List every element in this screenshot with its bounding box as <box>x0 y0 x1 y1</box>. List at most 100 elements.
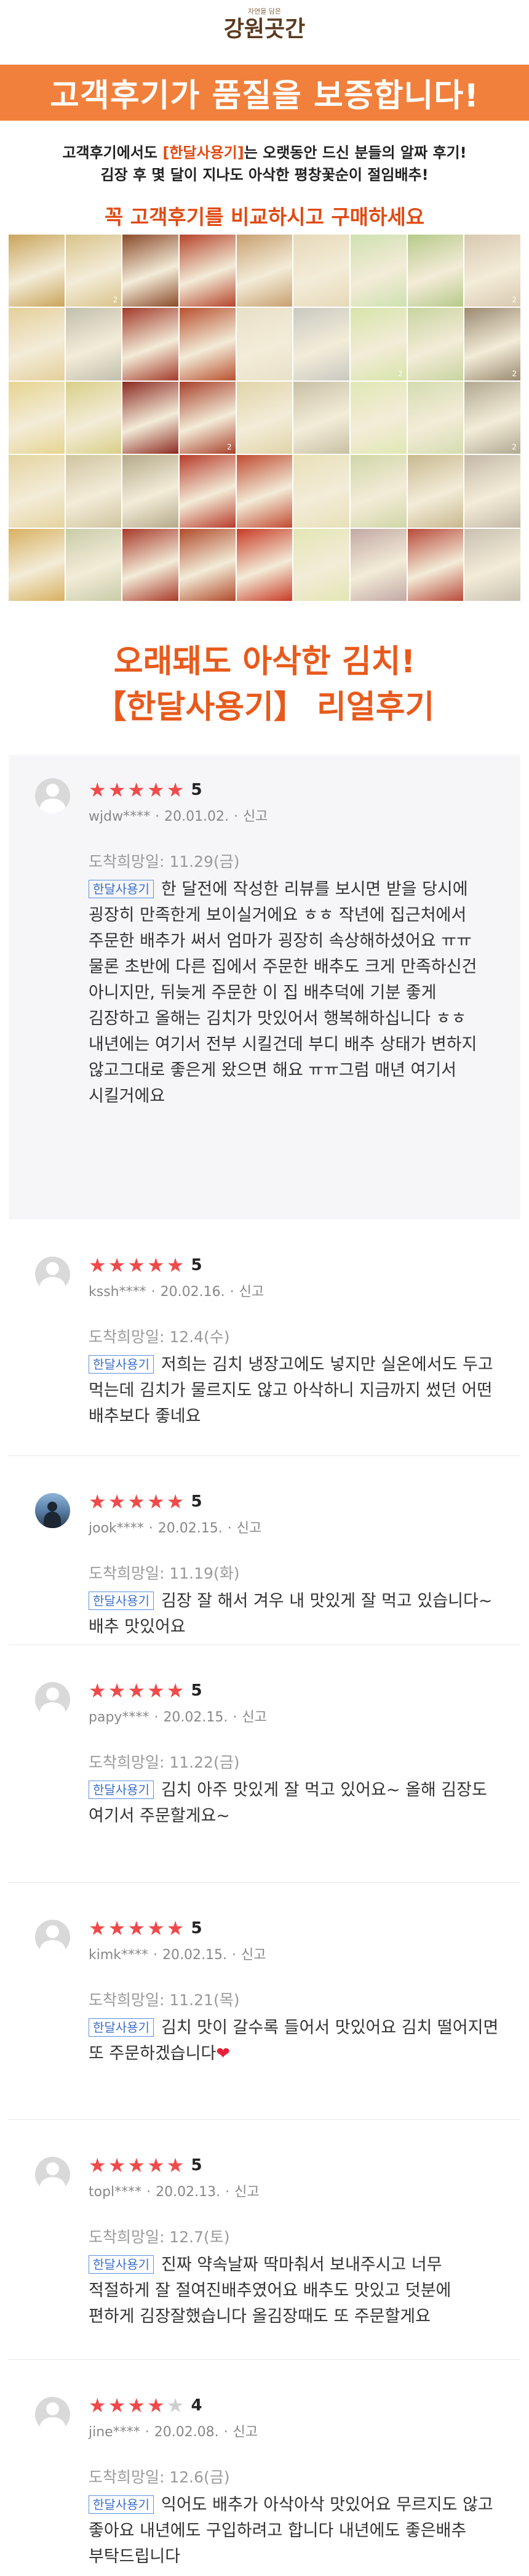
review-photo[interactable] <box>9 528 65 601</box>
arrival-date: 11.22(금) <box>169 1753 240 1771</box>
review-photo[interactable] <box>407 455 464 528</box>
review-photo[interactable] <box>464 455 520 528</box>
review-date: 20.01.02. <box>164 809 229 824</box>
review-photo[interactable] <box>236 381 293 454</box>
review-photo[interactable] <box>407 528 464 601</box>
review-photo[interactable] <box>122 381 178 454</box>
star-icon: ★ <box>89 1490 106 1513</box>
review-photo[interactable] <box>293 381 349 454</box>
review-user: jook**** <box>89 1521 144 1536</box>
report-link[interactable]: 신고 <box>237 1521 261 1536</box>
star-icon: ★ <box>108 1917 126 1940</box>
review-photo[interactable] <box>236 528 293 601</box>
review-photo[interactable] <box>236 308 293 380</box>
review-tag: 한달사용기 <box>89 880 154 898</box>
star-icon: ★ <box>89 1679 106 1702</box>
star-icon: ★ <box>108 1254 126 1277</box>
star-icon: ★ <box>89 1254 106 1277</box>
intro-highlight: [한달사용기] <box>162 144 244 161</box>
review-photo[interactable] <box>9 235 65 307</box>
star-icon: ★ <box>127 1917 146 1940</box>
banner-title: 고객후기가 품질을 보증합니다! <box>0 65 529 121</box>
report-link[interactable]: 신고 <box>243 809 268 824</box>
review-photo[interactable] <box>122 528 178 601</box>
review-photo[interactable] <box>179 235 236 307</box>
star-icon: ★ <box>127 1254 146 1277</box>
review-photo[interactable] <box>407 381 464 454</box>
intro-section: 고객후기에서도 [한달사용기]는 오랫동안 드신 분들의 알짜 후기! 김장 후… <box>0 121 529 235</box>
review-photo[interactable] <box>293 528 349 601</box>
review-list: ★ ★ ★ ★ ★ 5 wjdw**** · 20.01.02. · 신고 도착희망일: 11.2… <box>9 755 520 2566</box>
star-icon: ★ <box>166 2154 185 2177</box>
star-icon: ★ <box>89 2394 106 2417</box>
star-icon: ★ <box>147 2394 165 2417</box>
avatar <box>35 2157 70 2192</box>
star-icon: ★ <box>166 1679 185 1702</box>
rating-score: 5 <box>191 1919 202 1938</box>
avatar <box>35 1682 70 1717</box>
review-photo[interactable]: 2 <box>65 235 122 307</box>
review-photo[interactable] <box>65 528 122 601</box>
review-photo[interactable] <box>350 455 407 528</box>
review-photo[interactable] <box>179 528 236 601</box>
review-photo[interactable]: 2 <box>464 308 520 380</box>
review-photo[interactable] <box>9 455 65 528</box>
report-link[interactable]: 신고 <box>239 1284 264 1300</box>
review-photo[interactable] <box>9 381 65 454</box>
review-date: 20.02.15. <box>157 1521 223 1536</box>
review-photo[interactable] <box>350 381 407 454</box>
heart-icon: ❤ <box>216 2044 230 2063</box>
report-link[interactable]: 신고 <box>234 2184 259 2200</box>
review-item: ★ ★ ★ ★ ★ 5 kssh**** · 20.02.16. · 신고 도착희망일: 12.4… <box>9 1220 520 1456</box>
review-photo[interactable] <box>65 381 122 454</box>
star-icon: ★ <box>108 1679 126 1702</box>
report-link[interactable]: 신고 <box>233 2425 258 2440</box>
headline-line-1: 오래돼도 아삭한 김치! <box>113 643 416 680</box>
review-photo[interactable] <box>293 455 349 528</box>
report-link[interactable]: 신고 <box>241 1947 266 1963</box>
star-icon: ★ <box>166 1254 185 1277</box>
review-photo[interactable] <box>407 235 464 307</box>
review-photo[interactable] <box>350 235 407 307</box>
review-photo[interactable] <box>293 235 349 307</box>
review-item: ★ ★ ★ ★ ★ 5 jook**** · 20.02.15. · 신고 도착희망일: 11.1… <box>9 1456 520 1645</box>
review-photo[interactable] <box>407 308 464 380</box>
review-photo[interactable] <box>350 528 407 601</box>
review-user: wjdw**** <box>89 809 151 824</box>
review-item: ★ ★ ★ ★ ★ 5 wjdw**** · 20.01.02. · 신고 도착희망일: 11.2… <box>9 755 520 1220</box>
review-photo[interactable] <box>122 455 178 528</box>
arrival-label: 도착희망일: <box>89 1328 170 1346</box>
review-photo[interactable]: 2 <box>350 308 407 380</box>
report-link[interactable]: 신고 <box>242 1710 266 1725</box>
star-icon: ★ <box>127 778 146 802</box>
star-icon: ★ <box>127 1679 146 1702</box>
arrival-date: 12.7(토) <box>169 2228 230 2246</box>
rating-stars: ★ ★ ★ ★ ★ 4 <box>89 2395 502 2416</box>
review-photo[interactable] <box>65 455 122 528</box>
review-photo[interactable] <box>122 308 178 380</box>
review-photo[interactable]: 2 <box>179 381 236 454</box>
review-photo[interactable] <box>293 308 349 380</box>
review-photo[interactable] <box>236 455 293 528</box>
review-tag: 한달사용기 <box>89 1355 154 1374</box>
arrival-date: 12.4(수) <box>169 1328 230 1346</box>
arrival-label: 도착희망일: <box>89 2468 170 2486</box>
review-photo[interactable]: 2 <box>464 381 520 454</box>
review-user: kimk**** <box>89 1947 149 1963</box>
review-photo[interactable] <box>9 308 65 380</box>
rating-score: 4 <box>191 2396 202 2415</box>
rating-score: 5 <box>191 781 202 799</box>
review-photo[interactable] <box>464 528 520 601</box>
review-photo[interactable] <box>236 235 293 307</box>
review-photo[interactable] <box>179 308 236 380</box>
review-user: jine**** <box>89 2425 140 2440</box>
review-photo[interactable] <box>65 308 122 380</box>
review-photo[interactable]: 2 <box>464 235 520 307</box>
rating-stars: ★ ★ ★ ★ ★ 5 <box>89 1918 502 1939</box>
review-photo[interactable] <box>179 455 236 528</box>
review-photo[interactable] <box>122 235 178 307</box>
avatar <box>35 1257 70 1292</box>
photo-count: 2 <box>512 443 517 452</box>
photo-count: 2 <box>398 369 403 378</box>
review-photo-grid: 2 2 2 2 2 2 <box>9 235 520 601</box>
